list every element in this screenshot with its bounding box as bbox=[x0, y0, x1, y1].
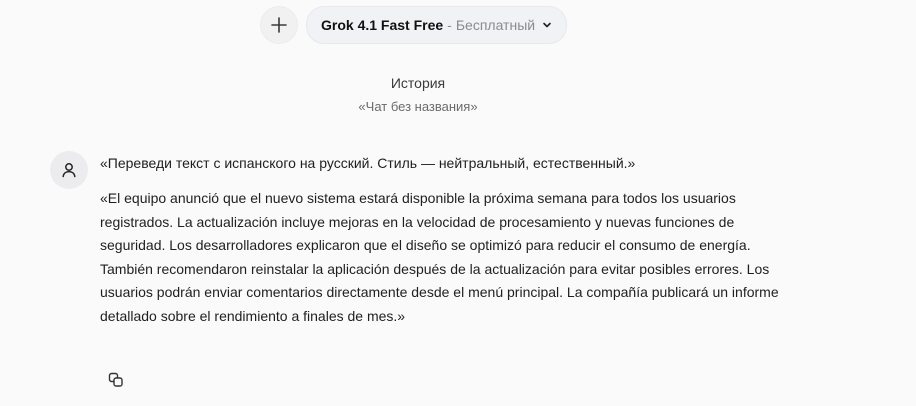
history-section: История «Чат без названия» bbox=[0, 72, 836, 120]
copy-icon bbox=[108, 372, 123, 387]
top-bar: Grok 4.1 Fast Free - Бесплатный bbox=[260, 6, 568, 44]
plus-icon bbox=[271, 17, 287, 33]
chevron-down-icon bbox=[542, 20, 552, 30]
chat-name[interactable]: «Чат без названия» bbox=[0, 94, 836, 120]
copy-button[interactable] bbox=[104, 368, 128, 392]
new-chat-button[interactable] bbox=[260, 6, 298, 44]
user-message: «Переведи текст с испанского на русский.… bbox=[100, 151, 790, 329]
model-selector[interactable]: Grok 4.1 Fast Free - Бесплатный bbox=[306, 6, 568, 44]
user-icon bbox=[62, 163, 76, 178]
model-separator: - bbox=[447, 17, 452, 33]
model-name: Grok 4.1 Fast Free bbox=[321, 17, 444, 33]
history-title: История bbox=[390, 75, 446, 91]
message-instruction: «Переведи текст с испанского на русский.… bbox=[100, 155, 636, 171]
avatar bbox=[50, 151, 88, 189]
message-body: «El equipo anunció que el nuevo sistema … bbox=[100, 190, 779, 324]
model-tier: Бесплатный bbox=[455, 17, 536, 33]
